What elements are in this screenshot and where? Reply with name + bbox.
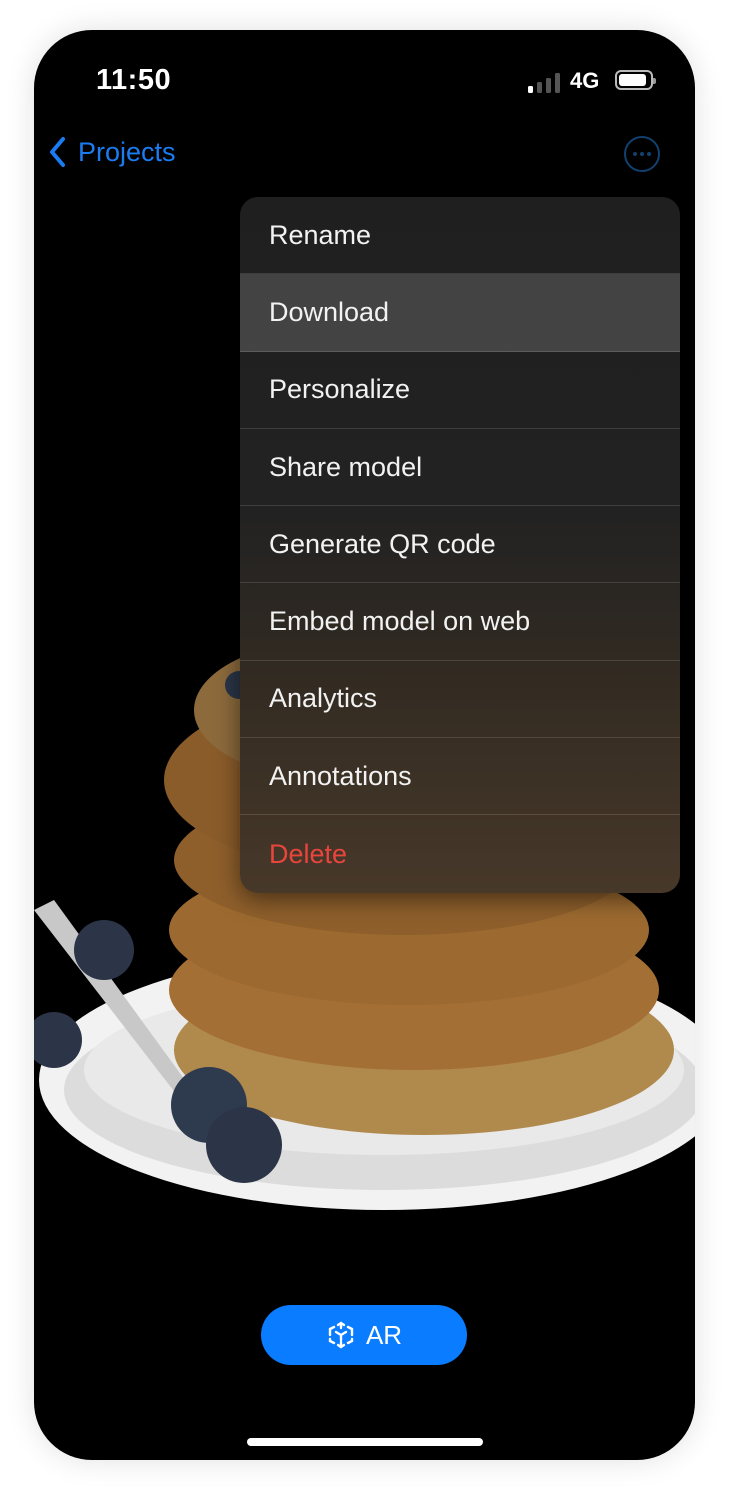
menu-item-label: Generate QR code bbox=[269, 528, 496, 559]
more-options-button[interactable] bbox=[624, 136, 660, 172]
menu-item-delete[interactable]: Delete bbox=[240, 815, 680, 892]
menu-item-rename[interactable]: Rename bbox=[240, 197, 680, 275]
back-label: Projects bbox=[78, 136, 176, 167]
cellular-signal-icon bbox=[528, 73, 562, 93]
ar-cube-icon bbox=[328, 1321, 354, 1349]
menu-item-embed-model-on-web[interactable]: Embed model on web bbox=[240, 583, 680, 661]
ar-button[interactable]: AR bbox=[261, 1305, 467, 1365]
menu-item-download[interactable]: Download bbox=[240, 274, 680, 352]
status-bar: 11:50 4G bbox=[34, 30, 695, 130]
menu-item-generate-qr-code[interactable]: Generate QR code bbox=[240, 506, 680, 584]
chevron-left-icon bbox=[50, 137, 65, 167]
menu-item-label: Embed model on web bbox=[269, 606, 531, 637]
network-type: 4G bbox=[570, 68, 600, 93]
navigation-bar: Projects bbox=[34, 130, 695, 186]
menu-item-label: Delete bbox=[269, 838, 348, 869]
ellipsis-dot-icon bbox=[633, 152, 637, 156]
menu-item-label: Download bbox=[269, 296, 390, 327]
menu-item-label: Rename bbox=[269, 219, 372, 250]
status-time: 11:50 bbox=[96, 64, 172, 96]
menu-item-label: Analytics bbox=[269, 683, 378, 714]
back-button[interactable]: Projects bbox=[48, 136, 176, 168]
menu-item-share-model[interactable]: Share model bbox=[240, 429, 680, 507]
menu-item-annotations[interactable]: Annotations bbox=[240, 738, 680, 816]
ellipsis-dot-icon bbox=[647, 152, 651, 156]
context-menu: Rename Download Personalize Share model Gene… bbox=[240, 197, 680, 893]
menu-item-label: Share model bbox=[269, 451, 423, 482]
menu-item-label: Personalize bbox=[269, 374, 411, 405]
ellipsis-dot-icon bbox=[640, 152, 644, 156]
menu-item-personalize[interactable]: Personalize bbox=[240, 352, 680, 429]
blueberry bbox=[74, 920, 134, 980]
battery-icon bbox=[615, 70, 656, 90]
ar-label: AR bbox=[365, 1319, 403, 1350]
menu-item-label: Annotations bbox=[269, 760, 412, 791]
menu-item-analytics[interactable]: Analytics bbox=[240, 661, 680, 739]
blueberry bbox=[206, 1107, 282, 1183]
home-indicator[interactable] bbox=[247, 1438, 483, 1446]
phone-screen: 11:50 4G Projects Rename Download Person… bbox=[34, 30, 695, 1460]
